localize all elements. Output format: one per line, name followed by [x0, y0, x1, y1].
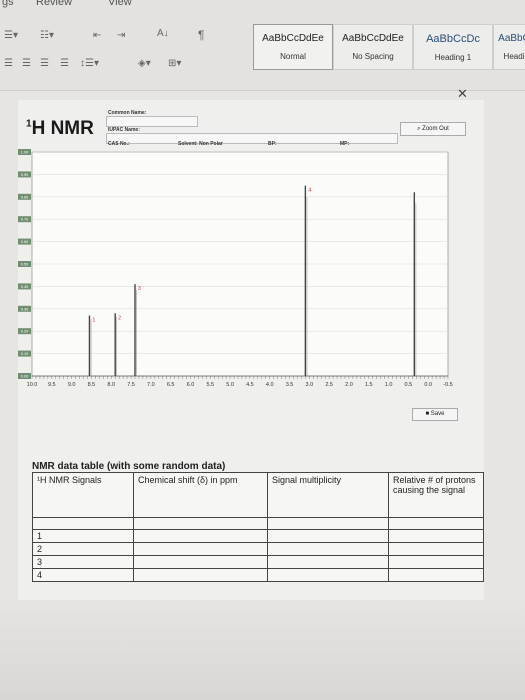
style-heading-1[interactable]: AaBbCcDc Heading 1 [413, 24, 493, 70]
table-row[interactable]: 1 [32, 529, 484, 543]
x-tick-label: 4.0 [266, 382, 274, 388]
table-spacer-row [32, 517, 484, 530]
pilcrow-icon[interactable]: ¶ [198, 28, 204, 42]
header-multiplicity: Signal multiplicity [267, 472, 389, 518]
x-tick-label: 5.5 [206, 382, 214, 388]
common-name-field[interactable] [106, 116, 198, 127]
table-row[interactable]: 3 [32, 555, 484, 569]
x-tick-label: 0.5 [405, 382, 413, 388]
save-icon: ■ [425, 411, 430, 417]
decrease-indent-icon[interactable]: ⇤ [93, 30, 101, 41]
x-tick-label: 6.5 [167, 382, 175, 388]
table-header-row: ¹H NMR Signals Chemical shift (δ) in ppm… [32, 472, 484, 518]
header-shift: Chemical shift (δ) in ppm [133, 472, 268, 518]
nmr-data-table: ¹H NMR Signals Chemical shift (δ) in ppm… [32, 472, 484, 582]
data-table-caption: NMR data table (with some random data) [32, 461, 226, 472]
style-no-spacing[interactable]: AaBbCcDdEe No Spacing [333, 24, 413, 70]
align-center-icon[interactable]: ☰ [22, 58, 31, 69]
header-signals: ¹H NMR Signals [32, 472, 134, 518]
x-tick-label: 2.5 [325, 382, 333, 388]
tab-review[interactable]: Review [36, 0, 72, 8]
y-tick-label: 0.10 [21, 352, 28, 356]
style-heading-2[interactable]: AaBbC Headi [493, 24, 525, 70]
y-tick-label: 0.50 [21, 263, 28, 267]
peak-label: 3 [138, 286, 141, 292]
x-tick-label: 7.5 [127, 382, 135, 388]
y-tick-label: 0.80 [21, 195, 28, 199]
x-tick-label: 7.0 [147, 382, 155, 388]
header-protons: Relative # of protons causing the signal [388, 472, 484, 518]
iupac-field[interactable] [106, 133, 398, 144]
y-tick-label: 0.70 [21, 218, 28, 222]
style-normal[interactable]: AaBbCcDdEe Normal [253, 24, 333, 70]
x-tick-label: 3.5 [286, 382, 294, 388]
x-tick-label: 1.0 [385, 382, 393, 388]
align-right-icon[interactable]: ☰ [40, 58, 49, 69]
tab-view[interactable]: View [108, 0, 132, 8]
x-tick-label: 1.5 [365, 382, 373, 388]
y-tick-label: 0.00 [21, 375, 28, 379]
background [0, 600, 525, 700]
y-tick-label: 0.20 [21, 330, 28, 334]
y-tick-label: 0.30 [21, 307, 28, 311]
peak-label: 2 [118, 315, 121, 321]
tab-partial[interactable]: gs [2, 0, 14, 8]
x-tick-label: 8.5 [88, 382, 96, 388]
x-tick-label: 3.0 [306, 382, 314, 388]
ribbon: gs Review View ☰▾ ☷▾ ⇤ ⇥ A↓ ¶ ☰ ☰ ☰ ☰ ↕☰… [0, 0, 525, 91]
x-tick-label: 4.5 [246, 382, 254, 388]
sort-icon[interactable]: A↓ [157, 28, 169, 39]
mp-label: MP: [340, 141, 350, 147]
y-tick-label: 0.40 [21, 285, 28, 289]
peak-label: 1 [92, 318, 95, 324]
save-button[interactable]: ■ Save [412, 408, 458, 421]
x-tick-label: -0.5 [443, 382, 452, 388]
x-tick-label: 0.0 [424, 382, 432, 388]
zoom-out-button[interactable]: ⌕ Zoom Out [400, 122, 466, 136]
peak-label: 4 [308, 188, 311, 194]
x-tick-label: 8.0 [107, 382, 115, 388]
line-spacing-icon[interactable]: ↕☰▾ [80, 58, 99, 69]
increase-indent-icon[interactable]: ⇥ [117, 30, 125, 41]
table-row[interactable]: 4 [32, 568, 484, 582]
shading-icon[interactable]: ◈▾ [138, 58, 151, 69]
x-tick-label: 10.0 [27, 382, 38, 388]
y-tick-label: 1.00 [21, 151, 28, 155]
solvent-label: Solvent: Non Polar [178, 141, 223, 147]
bp-label: BP: [268, 141, 277, 147]
borders-icon[interactable]: ⊞▾ [168, 58, 181, 69]
y-tick-label: 0.90 [21, 173, 28, 177]
x-tick-label: 2.0 [345, 382, 353, 388]
numbering-icon[interactable]: ☷▾ [40, 30, 54, 41]
cas-label: CAS No.: [108, 141, 130, 147]
x-tick-label: 9.5 [48, 382, 56, 388]
justify-icon[interactable]: ☰ [60, 58, 69, 69]
y-tick-label: 0.60 [21, 240, 28, 244]
table-row[interactable]: 2 [32, 542, 484, 556]
nmr-spectrum-chart: 0.00 0.10 0.20 0.30 0.40 0.50 0.60 0.70 0.80 0.90… [18, 149, 453, 388]
x-tick-label: 9.0 [68, 382, 76, 388]
x-tick-label: 5.0 [226, 382, 234, 388]
bullets-icon[interactable]: ☰▾ [4, 30, 18, 41]
x-tick-label: 6.0 [187, 382, 195, 388]
align-left-icon[interactable]: ☰ [4, 58, 13, 69]
page-title: 1H NMR [26, 118, 94, 139]
magnifier-icon: ⌕ [417, 126, 421, 132]
